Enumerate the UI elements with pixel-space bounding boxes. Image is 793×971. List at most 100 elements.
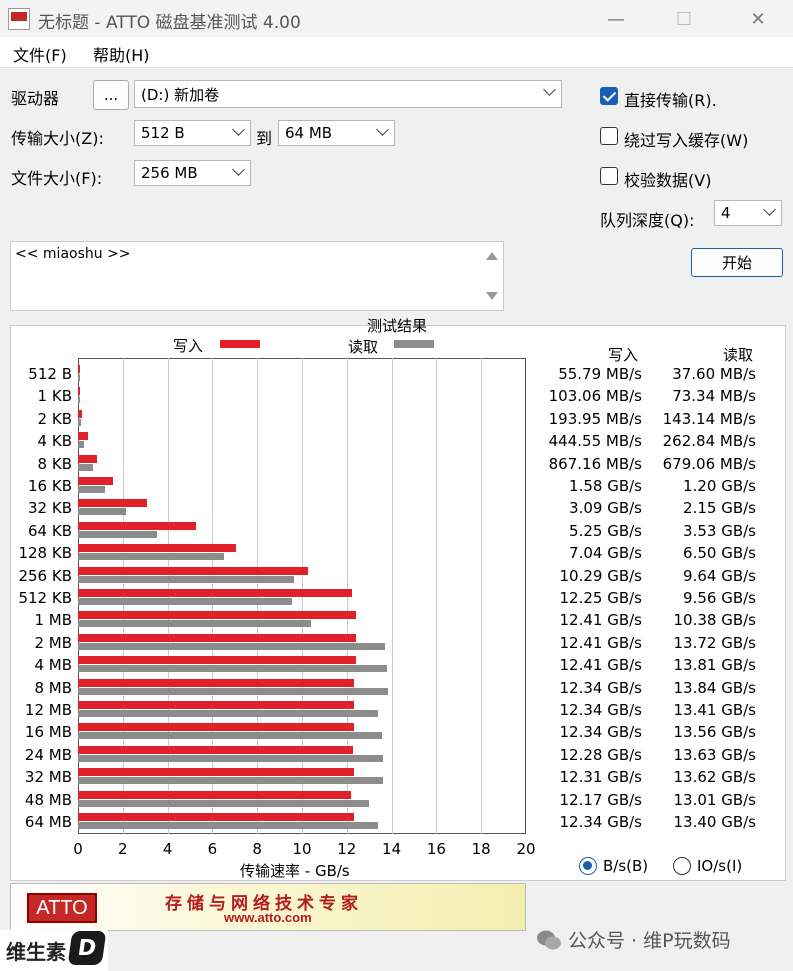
verify-checkbox[interactable] (600, 167, 618, 185)
row-label: 48 MB (24, 790, 72, 809)
row-label: 1 KB (37, 387, 72, 406)
banner-url[interactable]: www.atto.com (224, 910, 312, 925)
close-button[interactable]: ✕ (735, 4, 781, 34)
write-bar (78, 521, 196, 530)
write-bar (78, 454, 98, 463)
row-label: 4 MB (34, 656, 72, 675)
row-label: 2 KB (37, 409, 72, 428)
read-bar (78, 418, 82, 426)
bytes-per-sec-radio[interactable] (579, 857, 597, 875)
scroll-up-icon[interactable] (486, 252, 498, 260)
row-label: 32 KB (28, 499, 72, 518)
row-label: 256 KB (18, 566, 72, 585)
read-value: 13.72 GB/s (673, 633, 757, 652)
minimize-button[interactable]: — (593, 4, 639, 34)
row-label: 64 MB (24, 813, 72, 831)
gridline (481, 358, 483, 834)
row-label: 128 KB (18, 544, 72, 563)
write-value: 10.29 GB/s (559, 566, 643, 585)
maximize-button[interactable]: ☐ (661, 4, 707, 34)
write-bar (78, 656, 356, 665)
read-value: 73.34 MB/s (672, 387, 756, 406)
write-bar (78, 790, 351, 799)
io-per-sec-label: IO/s(I) (697, 857, 743, 875)
read-bar (78, 710, 379, 717)
x-tick-label: 4 (162, 840, 173, 858)
write-value: 12.34 GB/s (559, 723, 643, 742)
write-value: 12.34 GB/s (559, 678, 643, 697)
watermark-right-text: 公众号 · 维P玩数码 (568, 930, 731, 952)
drive-value: (D:) 新加卷 (141, 86, 220, 104)
write-value: 12.41 GB/s (559, 611, 643, 630)
read-value: 679.06 MB/s (662, 454, 756, 473)
row-label: 2 MB (34, 633, 72, 652)
read-bar (78, 598, 293, 605)
read-value: 6.50 GB/s (683, 544, 756, 563)
transfer-from-select[interactable]: 512 B (134, 120, 251, 146)
transfer-from-value: 512 B (141, 124, 185, 142)
read-value: 13.62 GB/s (673, 768, 757, 787)
gridline (391, 358, 393, 834)
write-bar (78, 409, 83, 418)
start-button[interactable]: 开始 (691, 248, 783, 277)
read-bar (78, 642, 386, 650)
queue-depth-select[interactable]: 4 (714, 200, 782, 226)
window-title: 无标题 - ATTO 磁盘基准测试 4.00 (38, 13, 301, 33)
x-tick-label: 14 (382, 840, 402, 858)
x-axis-label: 传输速率 - GB/s (240, 862, 350, 880)
row-label: 8 KB (37, 454, 72, 473)
file-size-value: 256 MB (141, 164, 198, 182)
read-bar (78, 463, 94, 471)
row-label: 24 MB (24, 745, 72, 764)
read-value: 9.64 GB/s (683, 566, 756, 585)
read-value: 13.01 GB/s (673, 790, 757, 809)
read-bar (78, 396, 80, 404)
transfer-to-select[interactable]: 64 MB (278, 120, 395, 146)
read-value: 37.60 MB/s (672, 365, 756, 383)
watermark-left-badge: D (67, 931, 107, 965)
file-size-select[interactable]: 256 MB (134, 160, 251, 186)
read-bar (78, 799, 370, 807)
bypass-cache-label: 绕过写入缓存(W) (624, 131, 749, 150)
read-bar (78, 687, 389, 695)
write-value: 1.58 GB/s (569, 477, 642, 495)
write-value: 12.28 GB/s (559, 745, 643, 764)
row-label: 12 MB (24, 701, 72, 719)
write-bar (78, 477, 114, 485)
write-bar (78, 745, 354, 754)
x-tick-label: 8 (252, 840, 262, 858)
row-label: 512 KB (18, 589, 72, 607)
scroll-down-icon[interactable] (486, 292, 498, 300)
read-bar (78, 374, 80, 381)
write-bar (78, 499, 148, 508)
results-title: 测试结果 (367, 317, 428, 335)
write-value: 444.55 MB/s (548, 432, 642, 451)
watermark-left-text: 维生素 (6, 940, 66, 964)
write-value: 103.06 MB/s (548, 387, 642, 406)
x-tick-label: 16 (426, 840, 446, 858)
menu-file[interactable]: 文件(F) (13, 42, 67, 66)
column-read-header: 读取 (723, 346, 754, 364)
read-value: 262.84 MB/s (662, 432, 756, 451)
queue-depth-label: 队列深度(Q): (600, 211, 695, 230)
chevron-down-icon (543, 83, 556, 96)
read-bar (78, 822, 379, 829)
read-value: 13.63 GB/s (673, 745, 757, 764)
write-bar (78, 387, 81, 396)
chevron-down-icon (232, 163, 245, 176)
drive-label: 驱动器 (11, 89, 60, 108)
read-value: 2.15 GB/s (683, 499, 756, 518)
transfer-to-label: 到 (256, 129, 273, 148)
read-value: 13.81 GB/s (673, 656, 757, 675)
browse-button[interactable]: ... (93, 80, 129, 110)
direct-io-checkbox[interactable] (600, 87, 618, 105)
read-value: 1.20 GB/s (683, 477, 756, 495)
wechat-icon (537, 930, 561, 950)
drive-select[interactable]: (D:) 新加卷 (134, 80, 562, 108)
write-bar (78, 589, 353, 597)
bypass-cache-checkbox[interactable] (600, 127, 618, 145)
menu-help[interactable]: 帮助(H) (93, 42, 150, 66)
row-label: 1 MB (34, 611, 72, 630)
read-value: 9.56 GB/s (683, 589, 756, 607)
io-per-sec-radio[interactable] (673, 857, 691, 875)
